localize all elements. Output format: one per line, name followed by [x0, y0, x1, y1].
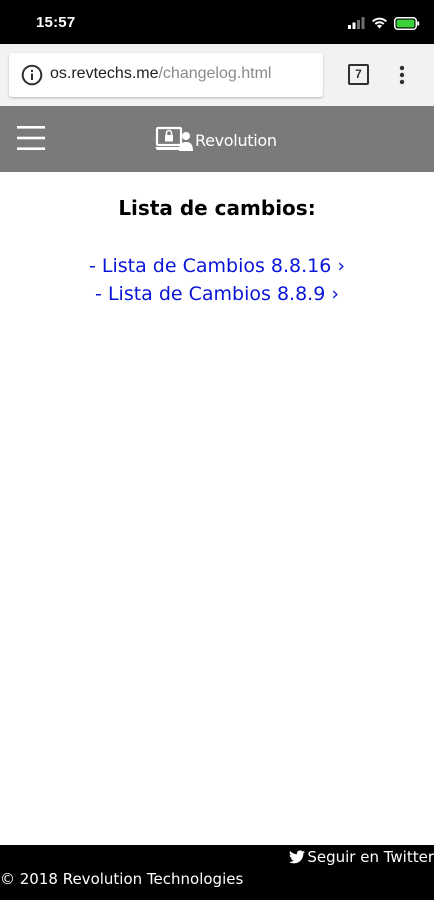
tab-count: 7: [355, 67, 362, 81]
wifi-icon: [372, 17, 387, 29]
laptop-lock-user-icon: [155, 126, 193, 151]
status-bar: 15:57: [0, 0, 434, 44]
hamburger-menu-icon[interactable]: [17, 125, 45, 151]
list-item: - Lista de Cambios 8.8.9 ›: [0, 280, 434, 308]
status-icons: [348, 15, 420, 31]
twitter-follow-link[interactable]: Seguir en Twitter: [289, 848, 434, 866]
more-menu-icon[interactable]: [394, 63, 410, 87]
address-bar[interactable]: os.revtechs.me/changelog.html: [9, 53, 323, 97]
info-icon[interactable]: [21, 64, 43, 86]
tabs-icon[interactable]: 7: [348, 64, 369, 85]
list-item: - Lista de Cambios 8.8.16 ›: [0, 252, 434, 280]
site-footer: Seguir en Twitter © 2018 Revolution Tech…: [0, 845, 434, 900]
twitter-bird-icon: [289, 850, 306, 864]
signal-icon: [348, 17, 365, 29]
url-domain: os.revtechs.me: [50, 65, 159, 82]
changelog-link-8-8-16[interactable]: Lista de Cambios 8.8.16 ›: [102, 255, 345, 277]
browser-toolbar: os.revtechs.me/changelog.html 7: [0, 44, 434, 106]
page-title: Lista de cambios:: [118, 196, 316, 220]
list-item-prefix: -: [89, 255, 102, 277]
list-item-prefix: -: [95, 283, 108, 305]
main-content: Lista de cambios: - Lista de Cambios 8.8…: [0, 172, 434, 844]
battery-icon: [394, 16, 420, 30]
brand-name: Revolution: [195, 130, 277, 150]
url-text[interactable]: os.revtechs.me/changelog.html: [50, 65, 271, 83]
twitter-label: Seguir en Twitter: [307, 848, 434, 866]
changelog-link-8-8-9[interactable]: Lista de Cambios 8.8.9 ›: [108, 283, 339, 305]
brand-logo[interactable]: Revolution: [155, 125, 277, 155]
changelog-list: - Lista de Cambios 8.8.16 › - Lista de C…: [0, 252, 434, 308]
url-path: /changelog.html: [158, 65, 272, 82]
site-header: Revolution: [0, 106, 434, 172]
copyright-text: © 2018 Revolution Technologies: [0, 870, 244, 888]
status-time: 15:57: [36, 14, 76, 31]
